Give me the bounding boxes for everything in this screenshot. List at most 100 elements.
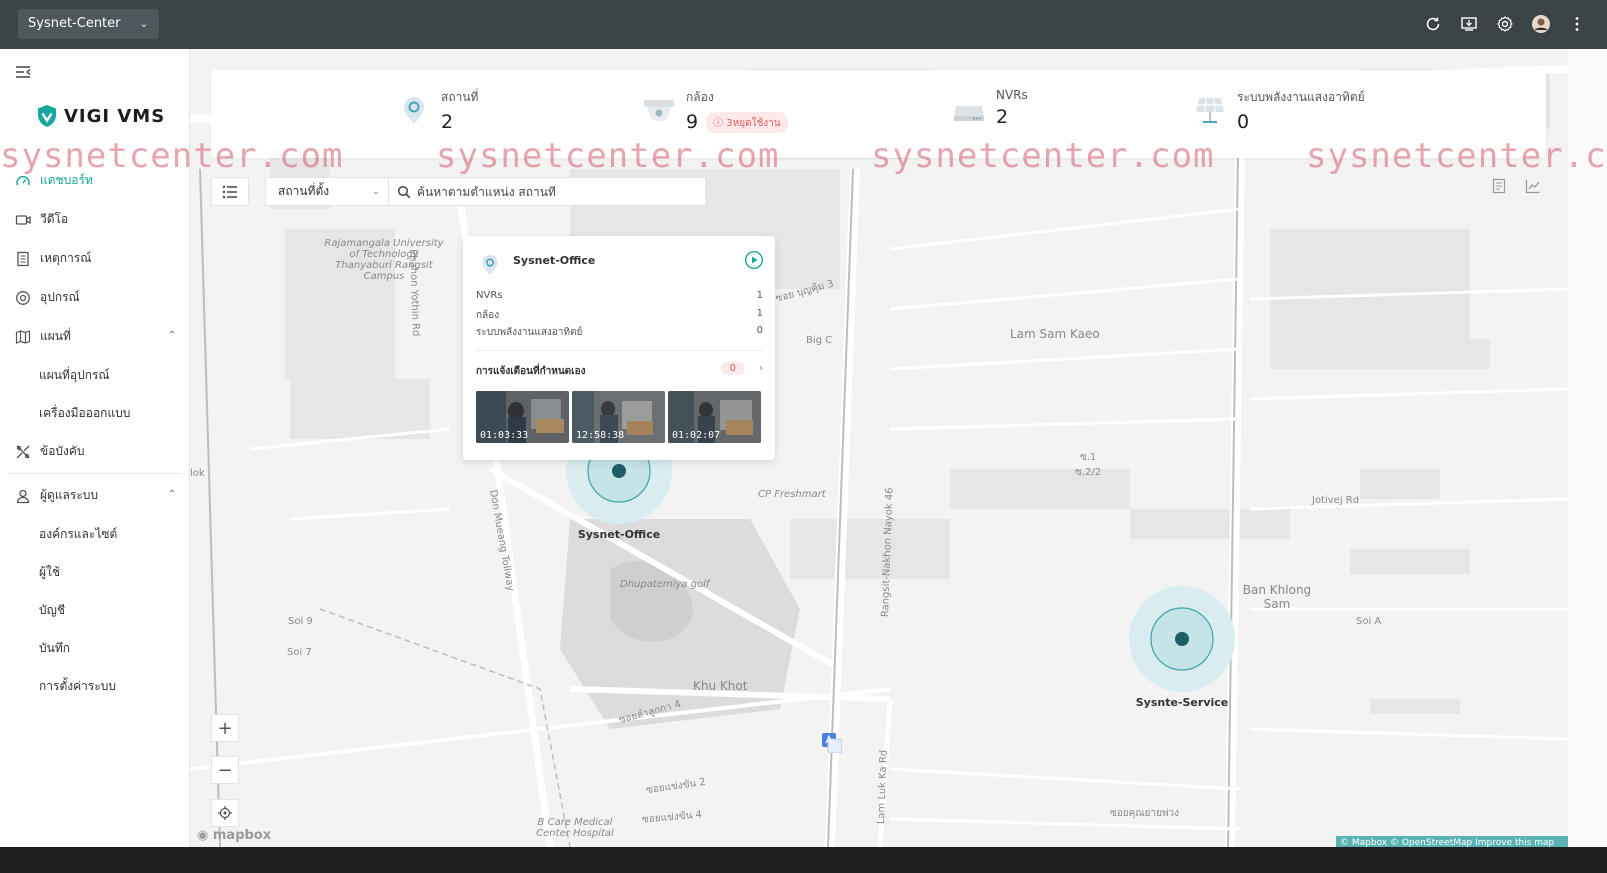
offline-badge[interactable]: ⓘ 3หยุดใช้งาน xyxy=(706,111,788,133)
stat-value: 2 xyxy=(996,106,1009,128)
nav-sub-accounts[interactable]: บัญชี xyxy=(0,591,190,629)
locate-button[interactable] xyxy=(211,799,239,827)
solar-panel-icon xyxy=(1196,97,1224,123)
map-label-soi-a: Soi A xyxy=(1356,616,1382,627)
stat-cameras[interactable]: กล้อง 9 ⓘ 3หยุดใช้งาน xyxy=(642,88,788,133)
chart-icon[interactable] xyxy=(1521,174,1545,198)
map-label-soi7: Soi 7 xyxy=(287,647,312,658)
vigi-logo: VIGI VMS xyxy=(36,104,165,128)
nav-sub-org-site[interactable]: องค์กรและไซต์ xyxy=(0,515,190,553)
more-icon[interactable] xyxy=(1565,12,1589,36)
stat-value: 9 xyxy=(686,111,699,133)
play-icon[interactable] xyxy=(744,250,764,274)
snapshot-thumbnails: 01:03:33 12:58:38 01:02:07 xyxy=(476,391,761,443)
report-icon[interactable] xyxy=(1487,174,1511,198)
popup-row-nvrs: NVRs 1 xyxy=(476,290,763,301)
nav-sub-users[interactable]: ผู้ใช้ xyxy=(0,553,190,591)
stat-value: 2 xyxy=(441,111,454,133)
popup-row-value: 1 xyxy=(756,290,763,301)
location-filter-select[interactable]: สถานที่ตั้ง ⌄ xyxy=(265,177,389,206)
map-label-cp-freshmart: CP Freshmart xyxy=(758,489,826,500)
snapshot-thumbnail[interactable]: 01:03:33 xyxy=(476,391,569,443)
snapshot-timestamp: 01:02:07 xyxy=(672,430,721,441)
custom-alert-row[interactable]: การแจ้งเตือนที่กำหนดเอง 0 › xyxy=(476,362,763,379)
mapbox-logo-icon: ◉ xyxy=(197,828,209,843)
nav-map[interactable]: แผนที่ ⌃ xyxy=(0,317,190,356)
refresh-icon[interactable] xyxy=(1421,12,1445,36)
stat-value: 0 xyxy=(1237,111,1250,133)
stat-label: ระบบพลังงานแสงอาทิตย์ xyxy=(1237,90,1365,104)
nav-sub-design-tool[interactable]: เครื่องมือออกแบบ xyxy=(0,394,190,432)
list-icon xyxy=(222,185,237,198)
main-nav: แดชบอร์ท วีดีโอ เหตุการณ์ อุปกรณ์ แผนที่… xyxy=(0,161,190,705)
nav-admin[interactable]: ผู้ดูแลระบบ ⌃ xyxy=(0,476,190,515)
nav-label: ข้อบังคับ xyxy=(40,444,85,458)
chevron-down-icon: ⌄ xyxy=(139,17,149,30)
settings-icon[interactable] xyxy=(1493,12,1517,36)
map-label-b-care: B Care Medical Center Hospital xyxy=(536,817,614,839)
download-icon[interactable] xyxy=(1457,12,1481,36)
watermark: sysnetcenter.com xyxy=(871,136,1215,176)
offline-badge-text: 3หยุดใช้งาน xyxy=(726,117,781,129)
collapse-menu-icon[interactable] xyxy=(14,63,32,81)
locate-icon xyxy=(218,806,232,820)
search-input[interactable] xyxy=(417,184,687,199)
mapbox-logo-text: mapbox xyxy=(212,828,272,843)
device-icon xyxy=(14,289,32,307)
map-label-ban-khlong-sam: Ban Khlong Sam xyxy=(1242,583,1312,611)
nav-devices[interactable]: อุปกรณ์ xyxy=(0,278,190,317)
snapshot-thumbnail[interactable]: 12:58:38 xyxy=(572,391,665,443)
map-label-soi9: Soi 9 xyxy=(288,616,313,627)
map-label-khu-khot: Khu Khot xyxy=(693,679,748,693)
map-label-jotivej: Jotivej Rd xyxy=(1312,495,1360,506)
map-label-s2: ซ.2/2 xyxy=(1075,467,1102,478)
avatar[interactable] xyxy=(1529,12,1553,36)
site-name: Sysnet-Center xyxy=(28,16,121,31)
nav-sub-device-map[interactable]: แผนที่อุปกรณ์ xyxy=(0,356,190,394)
map-label-big-c: Big C xyxy=(806,335,833,346)
popup-title: Sysnet-Office xyxy=(513,254,596,267)
nav-label: เหตุการณ์ xyxy=(40,251,92,265)
popup-row-cameras: กล้อง 1 xyxy=(476,308,763,323)
popup-row-value: 0 xyxy=(756,325,763,336)
nav-video[interactable]: วีดีโอ xyxy=(0,200,190,239)
search-box[interactable] xyxy=(389,177,706,206)
list-view-button[interactable] xyxy=(211,177,249,206)
popup-row-label: ระบบพลังงานแสงอาทิตย์ xyxy=(476,327,583,338)
location-pin-icon xyxy=(482,255,498,275)
zoom-out-button[interactable]: − xyxy=(211,756,239,784)
nav-sub-logs[interactable]: บันทึก xyxy=(0,629,190,667)
map-label-university: Rajamangala University of Technology Tha… xyxy=(324,238,444,282)
nav-events[interactable]: เหตุการณ์ xyxy=(0,239,190,278)
custom-alert-label: การแจ้งเตือนที่กำหนดเอง xyxy=(476,366,586,377)
popup-row-label: กล้อง xyxy=(476,310,500,321)
translate-icon[interactable] xyxy=(822,733,843,757)
map-icon xyxy=(14,328,32,346)
video-icon xyxy=(14,211,32,229)
map-label-lam-sam-kaeo: Lam Sam Kaeo xyxy=(1010,327,1100,341)
location-filter-label: สถานที่ตั้ง xyxy=(278,184,330,198)
rules-icon xyxy=(14,443,32,461)
admin-icon xyxy=(14,487,32,505)
popup-row-solar: ระบบพลังงานแสงอาทิตย์ 0 xyxy=(476,325,763,340)
stat-solar[interactable]: ระบบพลังงานแสงอาทิตย์ 0 xyxy=(1193,88,1365,133)
stat-label: กล้อง xyxy=(686,90,714,104)
map-marker-sysnte-service[interactable] xyxy=(1129,586,1235,696)
nav-sub-system-settings[interactable]: การตั้งค่าระบบ xyxy=(0,667,190,705)
logo-text: VIGI VMS xyxy=(64,105,166,127)
stat-locations[interactable]: สถานที่ 2 xyxy=(397,88,478,133)
popup-row-label: NVRs xyxy=(476,290,503,301)
marker-label: Sysnte-Service xyxy=(1135,696,1229,709)
site-info-popup: Sysnet-Office NVRs 1 กล้อง 1 ระบบพลังงาน… xyxy=(463,236,775,460)
nav-rules[interactable]: ข้อบังคับ xyxy=(0,432,190,471)
zoom-in-button[interactable]: + xyxy=(211,714,239,742)
stat-nvrs[interactable]: NVRs 2 xyxy=(952,88,1028,128)
popup-divider xyxy=(476,350,763,351)
site-selector[interactable]: Sysnet-Center ⌄ xyxy=(18,9,159,39)
vigi-shield-icon xyxy=(38,105,56,127)
snapshot-timestamp: 12:58:38 xyxy=(576,430,625,441)
snapshot-thumbnail[interactable]: 01:02:07 xyxy=(668,391,761,443)
chevron-right-icon: › xyxy=(759,363,763,374)
mapbox-logo[interactable]: ◉ mapbox xyxy=(197,828,271,843)
nav-label: แผนที่ xyxy=(40,329,71,343)
